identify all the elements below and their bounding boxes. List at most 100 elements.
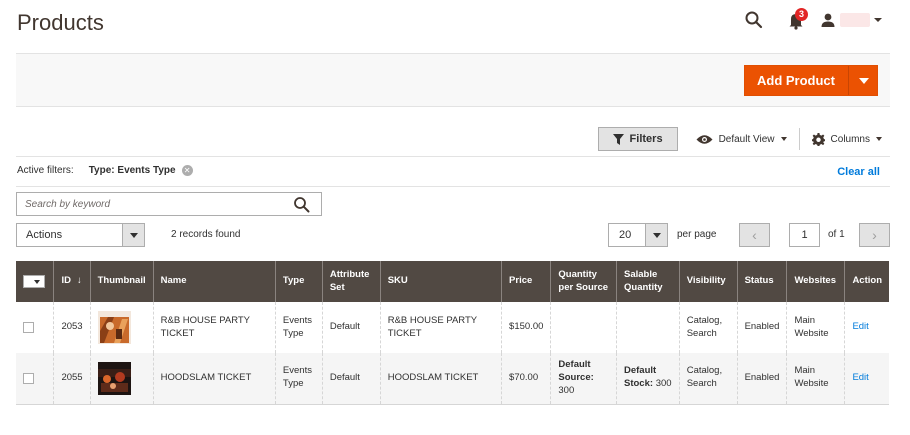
user-icon <box>821 13 835 27</box>
header-actions: 3 <box>742 8 882 32</box>
cell-attribute-set: Default <box>322 353 381 405</box>
column-mass-select <box>16 261 55 302</box>
active-filters: Active filters: Type: Events Type ✕ <box>17 165 193 176</box>
product-thumbnail[interactable] <box>97 361 131 395</box>
products-grid: ID ↓ Thumbnail Name Type Attribute Set SK… <box>16 261 889 405</box>
grid-controls: Filters Default View Columns <box>597 127 882 151</box>
add-product-button[interactable]: Add Product <box>744 65 878 96</box>
divider <box>16 186 890 187</box>
cell-id: 2055 <box>53 353 91 405</box>
column-visibility[interactable]: Visibility <box>679 261 738 302</box>
chevron-left-icon[interactable]: ‹ <box>739 223 770 247</box>
row-checkbox[interactable] <box>23 372 34 384</box>
row-checkbox[interactable] <box>23 322 34 333</box>
active-filter-type: Type: Events Type <box>88 165 176 176</box>
records-found: 2 records found <box>171 229 241 240</box>
table-row: 2055 HOODSLAM TICKET Events Type Default… <box>16 353 889 405</box>
user-menu[interactable] <box>820 12 882 28</box>
sort-desc-icon: ↓ <box>76 275 82 287</box>
row-select-cell <box>16 353 55 405</box>
columns-dropdown[interactable]: Columns <box>811 132 882 146</box>
qty-source-label: Default Source: <box>558 359 594 383</box>
search-icon[interactable] <box>293 196 310 213</box>
cell-id: 2053 <box>53 302 91 353</box>
default-view-dropdown[interactable]: Default View <box>696 128 800 150</box>
per-page-value: 20 <box>619 229 632 241</box>
product-thumbnail[interactable] <box>97 311 131 344</box>
chevron-down-icon <box>780 137 787 141</box>
notifications-badge: 3 <box>795 8 808 21</box>
columns-label: Columns <box>830 133 870 145</box>
cell-sku: HOODSLAM TICKET <box>380 353 503 405</box>
column-action: Action <box>844 261 889 302</box>
column-salable-quantity: Salable Quantity <box>616 261 680 302</box>
notifications-button[interactable]: 3 <box>784 8 808 32</box>
chevron-down-icon <box>645 224 667 246</box>
clear-all-filters-link[interactable]: Clear all <box>837 166 880 178</box>
page-actions-bar: Add Product <box>16 53 890 107</box>
column-attribute-set[interactable]: Attribute Set <box>322 261 381 302</box>
column-type[interactable]: Type <box>275 261 323 302</box>
table-row: 2053 R&B HOUSE PARTY TICKET Events Type … <box>16 302 889 353</box>
keyword-search-input[interactable] <box>17 193 287 215</box>
cell-attribute-set: Default <box>322 302 381 353</box>
cell-name: HOODSLAM TICKET <box>153 353 276 405</box>
divider <box>16 156 890 157</box>
chevron-down-icon <box>122 224 144 246</box>
eye-icon <box>696 134 713 144</box>
user-name <box>840 13 870 27</box>
current-page-input[interactable] <box>789 223 820 247</box>
cell-websites: Main Website <box>786 353 846 405</box>
active-filters-label: Active filters: <box>17 165 74 176</box>
add-product-type-toggle[interactable] <box>848 66 877 95</box>
cell-visibility: Catalog, Search <box>679 302 738 353</box>
column-thumbnail: Thumbnail <box>90 261 154 302</box>
edit-link[interactable]: Edit <box>852 321 868 332</box>
filters-label: Filters <box>629 133 663 145</box>
table-header-row: ID ↓ Thumbnail Name Type Attribute Set SK… <box>16 261 889 302</box>
cell-name: R&B HOUSE PARTY TICKET <box>153 302 276 353</box>
row-select-cell <box>16 302 55 353</box>
total-pages-label: of 1 <box>828 229 845 240</box>
cell-sku: R&B HOUSE PARTY TICKET <box>380 302 503 353</box>
cell-type: Events Type <box>275 302 323 353</box>
filters-button[interactable]: Filters <box>597 127 678 151</box>
mass-select-checkbox[interactable] <box>23 275 45 288</box>
global-search-button[interactable] <box>742 8 766 32</box>
cell-status: Enabled <box>737 353 788 405</box>
cell-action: Edit <box>844 353 889 405</box>
cell-salable-quantity <box>616 302 680 353</box>
cell-thumbnail <box>90 353 154 405</box>
default-view-label: Default View <box>718 133 775 145</box>
per-page-select[interactable]: 20 <box>608 223 668 247</box>
cell-salable-quantity: Default Stock: 300 <box>616 353 680 405</box>
mass-actions-value: Actions <box>26 229 63 241</box>
search-icon <box>745 11 763 29</box>
column-sku[interactable]: SKU <box>380 261 503 302</box>
column-id-label: ID <box>61 275 71 287</box>
page-title: Products <box>17 10 104 35</box>
edit-link[interactable]: Edit <box>852 372 868 383</box>
chevron-down-icon <box>876 137 882 141</box>
mass-actions-select[interactable]: Actions <box>16 223 145 247</box>
chevron-down-icon <box>874 18 882 22</box>
column-price[interactable]: Price <box>501 261 552 302</box>
cell-price: $70.00 <box>501 353 552 405</box>
column-websites[interactable]: Websites <box>786 261 846 302</box>
salable-value: 300 <box>655 378 672 390</box>
qty-source-value: 300 <box>558 384 575 396</box>
filter-icon <box>612 133 624 145</box>
salable-label: Default Stock: <box>624 365 657 390</box>
cell-status: Enabled <box>737 302 788 353</box>
cell-visibility: Catalog, Search <box>679 353 738 405</box>
column-quantity-per-source: Quantity per Source <box>550 261 617 302</box>
cell-type: Events Type <box>275 353 323 405</box>
cell-price: $150.00 <box>501 302 552 353</box>
column-status[interactable]: Status <box>737 261 788 302</box>
chevron-down-icon <box>34 279 40 284</box>
cell-action: Edit <box>845 302 889 353</box>
chevron-right-icon[interactable]: › <box>859 223 890 247</box>
column-id[interactable]: ID ↓ <box>53 261 91 302</box>
column-name[interactable]: Name <box>153 261 276 302</box>
close-icon[interactable]: ✕ <box>181 165 193 176</box>
